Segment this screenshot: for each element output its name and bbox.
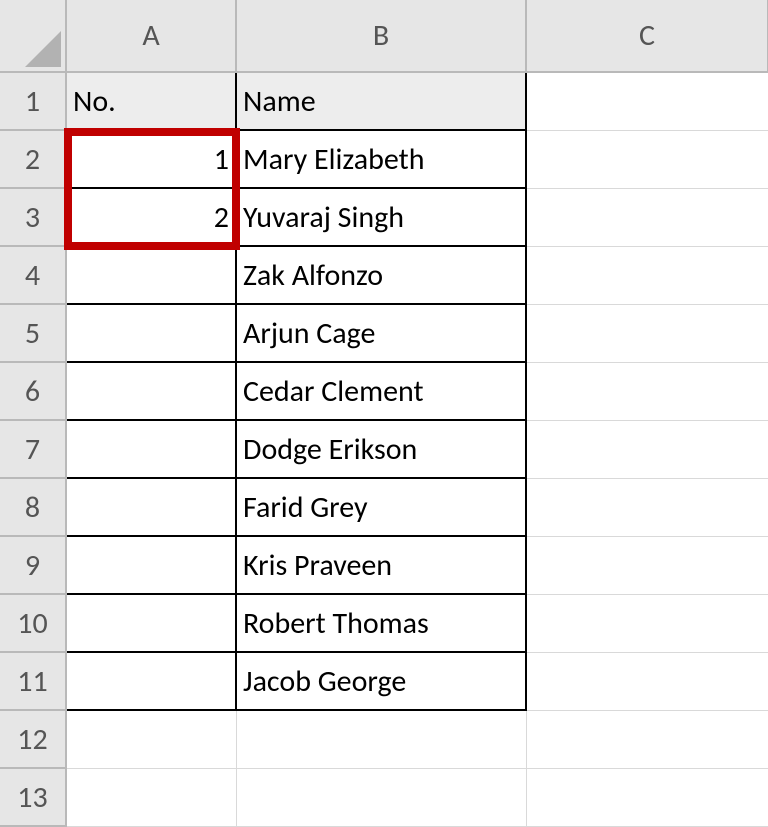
row-5: 5 Arjun Cage [0, 304, 768, 362]
cell-C13[interactable] [526, 768, 768, 826]
row-8: 8 Farid Grey [0, 478, 768, 536]
cell-C8[interactable] [526, 478, 768, 536]
cell-B9[interactable]: Kris Praveen [236, 536, 526, 594]
cell-B8[interactable]: Farid Grey [236, 478, 526, 536]
cell-C10[interactable] [526, 594, 768, 652]
select-all-corner[interactable] [0, 0, 66, 72]
col-header-B[interactable]: B [236, 0, 526, 72]
cell-A9[interactable] [66, 536, 236, 594]
row-2: 2 1 Mary Elizabeth [0, 130, 768, 188]
cell-C6[interactable] [526, 362, 768, 420]
row-11: 11 Jacob George [0, 652, 768, 710]
cell-C1[interactable] [526, 72, 768, 130]
cell-A7[interactable] [66, 420, 236, 478]
row-header-2[interactable]: 2 [0, 130, 66, 188]
grid: A B C 1 No. Name 2 1 Mary Elizabeth 3 2 … [0, 0, 768, 827]
row-header-10[interactable]: 10 [0, 594, 66, 652]
row-header-11[interactable]: 11 [0, 652, 66, 710]
cell-B13[interactable] [236, 768, 526, 826]
cell-B6[interactable]: Cedar Clement [236, 362, 526, 420]
row-9: 9 Kris Praveen [0, 536, 768, 594]
row-header-3[interactable]: 3 [0, 188, 66, 246]
cell-C2[interactable] [526, 130, 768, 188]
cell-A11[interactable] [66, 652, 236, 710]
cell-A2[interactable]: 1 [66, 130, 236, 188]
cell-B1[interactable]: Name [236, 72, 526, 130]
cell-C11[interactable] [526, 652, 768, 710]
row-13: 13 [0, 768, 768, 826]
cell-A12[interactable] [66, 710, 236, 768]
cell-C9[interactable] [526, 536, 768, 594]
row-6: 6 Cedar Clement [0, 362, 768, 420]
cell-A5[interactable] [66, 304, 236, 362]
spreadsheet-view: A B C 1 No. Name 2 1 Mary Elizabeth 3 2 … [0, 0, 768, 827]
column-header-row: A B C [0, 0, 768, 72]
cell-B10[interactable]: Robert Thomas [236, 594, 526, 652]
cell-C12[interactable] [526, 710, 768, 768]
cell-A10[interactable] [66, 594, 236, 652]
row-header-6[interactable]: 6 [0, 362, 66, 420]
row-header-8[interactable]: 8 [0, 478, 66, 536]
cell-B7[interactable]: Dodge Erikson [236, 420, 526, 478]
cell-A6[interactable] [66, 362, 236, 420]
cell-C7[interactable] [526, 420, 768, 478]
cell-B5[interactable]: Arjun Cage [236, 304, 526, 362]
col-header-A[interactable]: A [66, 0, 236, 72]
row-3: 3 2 Yuvaraj Singh [0, 188, 768, 246]
row-header-12[interactable]: 12 [0, 710, 66, 768]
cell-B2[interactable]: Mary Elizabeth [236, 130, 526, 188]
col-header-C[interactable]: C [526, 0, 768, 72]
row-header-9[interactable]: 9 [0, 536, 66, 594]
cell-A1[interactable]: No. [66, 72, 236, 130]
row-10: 10 Robert Thomas [0, 594, 768, 652]
cell-A4[interactable] [66, 246, 236, 304]
cell-C4[interactable] [526, 246, 768, 304]
row-12: 12 [0, 710, 768, 768]
row-header-5[interactable]: 5 [0, 304, 66, 362]
row-header-4[interactable]: 4 [0, 246, 66, 304]
cell-B4[interactable]: Zak Alfonzo [236, 246, 526, 304]
cell-C3[interactable] [526, 188, 768, 246]
row-header-13[interactable]: 13 [0, 768, 66, 826]
row-header-7[interactable]: 7 [0, 420, 66, 478]
row-7: 7 Dodge Erikson [0, 420, 768, 478]
cell-A8[interactable] [66, 478, 236, 536]
row-4: 4 Zak Alfonzo [0, 246, 768, 304]
row-1: 1 No. Name [0, 72, 768, 130]
cell-B3[interactable]: Yuvaraj Singh [236, 188, 526, 246]
cell-A13[interactable] [66, 768, 236, 826]
cell-B12[interactable] [236, 710, 526, 768]
cell-C5[interactable] [526, 304, 768, 362]
row-header-1[interactable]: 1 [0, 72, 66, 130]
cell-B11[interactable]: Jacob George [236, 652, 526, 710]
cell-A3[interactable]: 2 [66, 188, 236, 246]
